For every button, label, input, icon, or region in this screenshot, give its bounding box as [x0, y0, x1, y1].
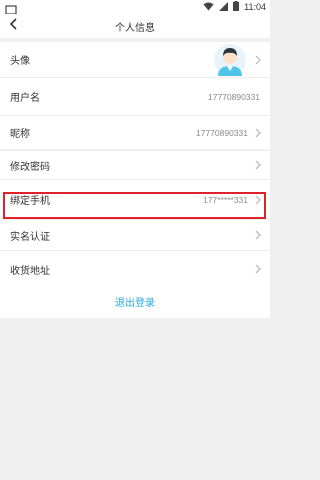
username-value: 17770890331 [207, 91, 260, 102]
avatar-label: 头像 [10, 56, 30, 67]
shipping-address-label: 收货地址 [10, 265, 50, 277]
bind-phone-label: 绑定手机 [10, 196, 50, 207]
change-password-row[interactable]: 修改密码 [0, 151, 270, 180]
chevron-right-icon [254, 55, 262, 65]
status-time: 11:04 [244, 2, 266, 12]
logout-button[interactable]: 退出登录 [0, 285, 270, 318]
status-bar: 11:04 [0, 0, 270, 15]
chevron-right-icon [254, 128, 262, 138]
real-name-auth-row[interactable]: 实名认证 [0, 220, 270, 251]
bind-phone-row[interactable]: 绑定手机 177*****331 [0, 180, 270, 220]
chevron-right-icon [254, 195, 262, 205]
avatar-row[interactable]: 头像 [0, 42, 270, 78]
profile-info-group: 头像 用户名 17770890331 昵称 17770890331 [0, 42, 270, 149]
wifi-icon [203, 2, 214, 13]
back-button[interactable] [4, 16, 24, 36]
logout-label: 退出登录 [115, 298, 155, 309]
page-title: 个人信息 [115, 22, 155, 34]
nickname-label: 昵称 [10, 129, 30, 140]
chevron-right-icon [254, 230, 262, 240]
signal-icon [219, 1, 229, 13]
page-header: 个人信息 [0, 14, 270, 38]
app-notification-icon [5, 2, 17, 15]
status-icons: 11:04 [203, 1, 266, 13]
chevron-right-icon [254, 264, 262, 274]
nickname-row[interactable]: 昵称 17770890331 [0, 116, 270, 149]
battery-icon [233, 1, 240, 13]
bind-phone-value: 177*****331 [203, 194, 248, 205]
avatar[interactable] [214, 43, 246, 76]
real-name-auth-label: 实名认证 [10, 231, 50, 243]
chevron-right-icon [254, 160, 262, 170]
nickname-value: 17770890331 [195, 127, 248, 138]
change-password-label: 修改密码 [10, 161, 50, 173]
back-arrow-icon [9, 17, 19, 35]
username-row: 用户名 17770890331 [0, 78, 270, 116]
account-settings-group: 修改密码 绑定手机 177*****331 实名认证 收货地址 [0, 151, 270, 287]
username-label: 用户名 [10, 93, 40, 104]
shipping-address-row[interactable]: 收货地址 [0, 251, 270, 287]
